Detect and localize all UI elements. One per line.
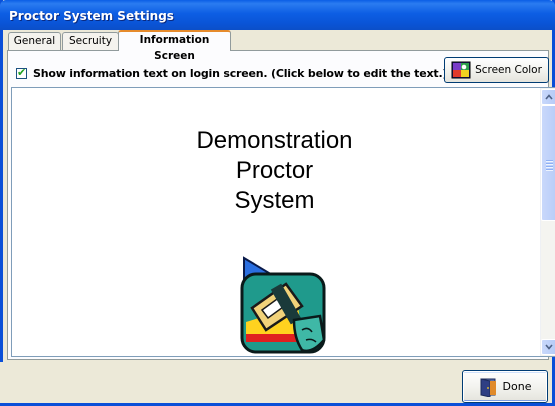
screen-color-button[interactable]: Screen Color bbox=[444, 57, 549, 83]
vertical-scrollbar[interactable] bbox=[540, 88, 555, 356]
tab-general[interactable]: General bbox=[8, 32, 61, 50]
thumb-grip bbox=[546, 166, 553, 167]
checkmark-icon: ✔ bbox=[17, 65, 27, 79]
thumb-grip bbox=[546, 169, 553, 170]
show-info-checkbox-row[interactable]: ✔ Show information text on login screen.… bbox=[16, 66, 447, 80]
scrollbar-thumb[interactable] bbox=[541, 105, 555, 221]
tab-security[interactable]: Secruity bbox=[62, 32, 119, 50]
palette-icon bbox=[451, 61, 471, 79]
exit-door-icon bbox=[480, 377, 496, 397]
proctor-logo-icon bbox=[240, 256, 326, 354]
info-text-line-1: Demonstration bbox=[196, 127, 353, 154]
done-button[interactable]: Done bbox=[462, 370, 548, 403]
scroll-up-button[interactable] bbox=[541, 89, 555, 105]
info-text-line-2: Proctor bbox=[235, 157, 314, 184]
show-info-checkbox-label: Show information text on login screen. (… bbox=[33, 66, 448, 80]
window-title: Proctor System Settings bbox=[9, 9, 174, 23]
thumb-grip bbox=[546, 163, 553, 164]
chevron-up-icon bbox=[545, 94, 553, 100]
info-text-line-3: System bbox=[234, 187, 315, 214]
show-info-checkbox[interactable]: ✔ bbox=[16, 65, 27, 79]
thumb-grip bbox=[546, 160, 553, 161]
info-text-editor[interactable]: Demonstration Proctor System bbox=[11, 87, 555, 357]
tab-information-screen[interactable]: Information Screen bbox=[118, 30, 231, 62]
tab-strip: General Secruity Information Screen bbox=[7, 30, 547, 62]
screen-color-label: Screen Color bbox=[475, 64, 542, 76]
done-label: Done bbox=[502, 380, 532, 393]
title-bar[interactable]: Proctor System Settings bbox=[0, 0, 555, 30]
info-text: Demonstration Proctor System bbox=[12, 126, 537, 216]
chevron-down-icon bbox=[545, 344, 553, 350]
scroll-down-button[interactable] bbox=[541, 339, 555, 355]
